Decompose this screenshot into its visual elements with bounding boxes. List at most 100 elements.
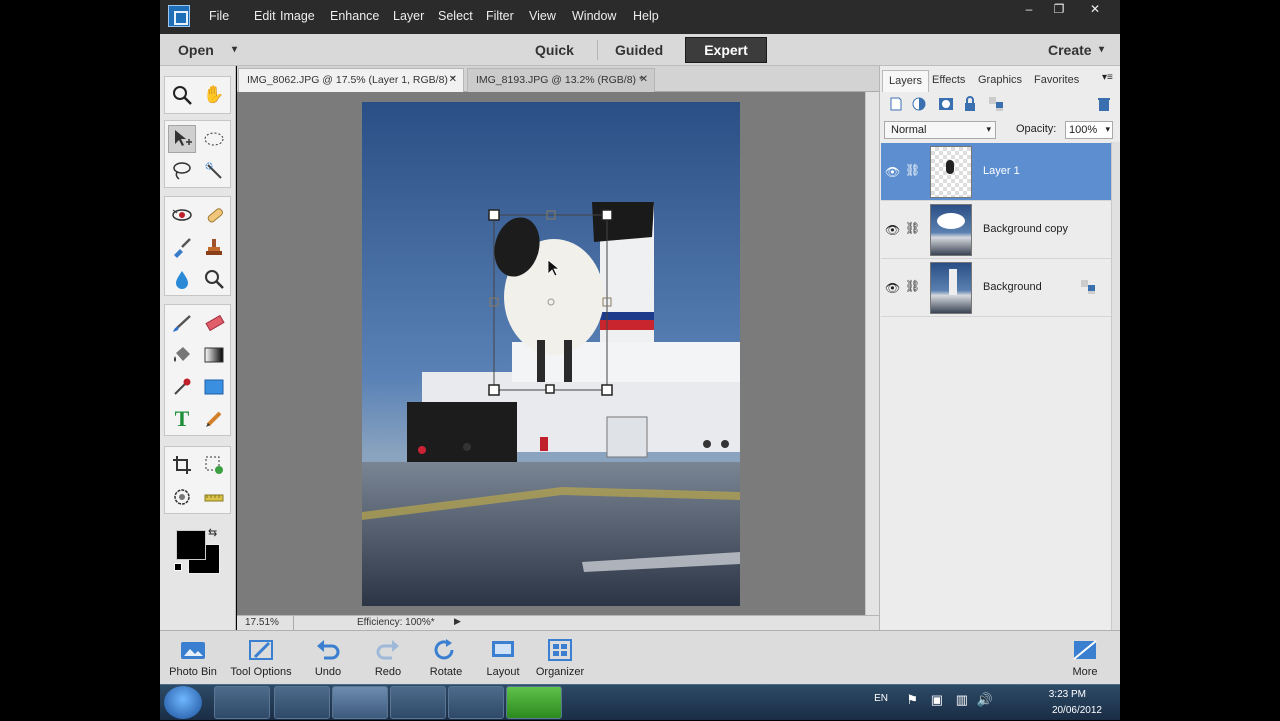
- redo-button[interactable]: Redo: [356, 635, 420, 683]
- volume-icon[interactable]: 🔊: [977, 692, 993, 708]
- taskbar-ie-icon[interactable]: [390, 686, 446, 719]
- cookie-cutter-icon[interactable]: [168, 483, 196, 511]
- eyedropper-icon[interactable]: [168, 373, 196, 401]
- menu-layer[interactable]: Layer: [393, 9, 424, 23]
- panel-menu-icon[interactable]: ▾≡: [1102, 72, 1113, 83]
- menu-filter[interactable]: Filter: [486, 9, 514, 23]
- eraser-tool-icon[interactable]: [200, 309, 228, 337]
- delete-layer-icon[interactable]: [1096, 96, 1112, 112]
- recompose-tool-icon[interactable]: [200, 451, 228, 479]
- visibility-eye-icon[interactable]: 👁: [885, 165, 900, 179]
- menu-view[interactable]: View: [529, 9, 556, 23]
- taskbar-folder-icon[interactable]: [274, 686, 330, 719]
- elliptical-marquee-icon[interactable]: [200, 125, 228, 153]
- tab-doc-2[interactable]: IMG_8193.JPG @ 13.2% (RGB/8) * ✕: [467, 68, 655, 92]
- type-tool-icon[interactable]: T: [168, 405, 196, 433]
- taskbar-app-icon[interactable]: [214, 686, 270, 719]
- layer-name[interactable]: Background copy: [983, 223, 1068, 235]
- layer-mask-icon[interactable]: [938, 96, 954, 112]
- visibility-eye-icon[interactable]: 👁: [885, 281, 900, 295]
- adjustment-layer-icon[interactable]: [912, 96, 928, 112]
- new-layer-icon[interactable]: [888, 96, 904, 112]
- panel-scrollbar[interactable]: [1111, 142, 1120, 630]
- blend-mode-select[interactable]: Normal ▾: [884, 121, 996, 139]
- flag-icon[interactable]: ⚑: [906, 692, 918, 708]
- tab-doc-1[interactable]: IMG_8062.JPG @ 17.5% (Layer 1, RGB/8) * …: [238, 68, 464, 92]
- hand-tool-icon[interactable]: ✋: [200, 81, 228, 109]
- language-indicator[interactable]: EN: [874, 693, 888, 704]
- taskbar-notes-icon[interactable]: [448, 686, 504, 719]
- menu-file[interactable]: File: [209, 9, 229, 23]
- more-button[interactable]: More: [1053, 635, 1117, 683]
- quick-selection-icon[interactable]: [200, 157, 228, 185]
- mode-quick[interactable]: Quick: [535, 42, 574, 58]
- visibility-eye-icon[interactable]: 👁: [885, 223, 900, 237]
- link-icon[interactable]: ⛓: [905, 163, 920, 177]
- smart-brush-icon[interactable]: [168, 233, 196, 261]
- blur-tool-icon[interactable]: [168, 265, 196, 293]
- tool-options-button[interactable]: Tool Options: [229, 635, 293, 683]
- app-icon[interactable]: [168, 5, 190, 27]
- create-button[interactable]: Create: [1048, 42, 1092, 58]
- mode-expert[interactable]: Expert: [685, 37, 767, 63]
- status-menu-arrow-icon[interactable]: ▶: [454, 616, 461, 627]
- chevron-down-icon[interactable]: ▾: [1105, 124, 1110, 135]
- menu-select[interactable]: Select: [438, 9, 473, 23]
- tab-effects[interactable]: Effects: [926, 70, 971, 92]
- photo-bin-button[interactable]: Photo Bin: [161, 635, 225, 683]
- layer-row-background-copy[interactable]: 👁 ⛓ Background copy: [881, 201, 1111, 259]
- security-icon[interactable]: ▣: [931, 692, 943, 708]
- swap-colors-icon[interactable]: ⇆: [208, 526, 217, 539]
- menu-help[interactable]: Help: [633, 9, 659, 23]
- lock-transparent-icon[interactable]: [988, 96, 1004, 112]
- restore-button[interactable]: ❐: [1048, 2, 1070, 18]
- rectangle-shape-icon[interactable]: [200, 373, 228, 401]
- spot-healing-icon[interactable]: [200, 201, 228, 229]
- gradient-tool-icon[interactable]: [200, 341, 228, 369]
- rotate-button[interactable]: Rotate: [414, 635, 478, 683]
- link-icon[interactable]: ⛓: [905, 279, 920, 293]
- menu-window[interactable]: Window: [572, 9, 616, 23]
- straighten-tool-icon[interactable]: [200, 483, 228, 511]
- layer-name[interactable]: Layer 1: [983, 165, 1020, 177]
- network-icon[interactable]: ▥: [956, 692, 968, 708]
- lasso-tool-icon[interactable]: [168, 157, 196, 185]
- canvas-vertical-scrollbar[interactable]: [865, 92, 879, 615]
- tab-graphics[interactable]: Graphics: [972, 70, 1028, 92]
- pencil-tool-icon[interactable]: [200, 405, 228, 433]
- organizer-button[interactable]: Organizer: [528, 635, 592, 683]
- menu-enhance[interactable]: Enhance: [330, 9, 379, 23]
- foreground-color-swatch-front[interactable]: [176, 530, 206, 560]
- minimize-button[interactable]: –: [1018, 2, 1040, 18]
- tab-favorites[interactable]: Favorites: [1028, 70, 1085, 92]
- create-dropdown-icon[interactable]: ▾: [1099, 44, 1104, 55]
- crop-tool-icon[interactable]: [168, 451, 196, 479]
- opacity-field[interactable]: 100% ▾: [1065, 121, 1113, 139]
- menu-edit[interactable]: Edit: [254, 9, 276, 23]
- default-colors-icon[interactable]: [174, 563, 182, 571]
- lock-all-icon[interactable]: [962, 96, 978, 112]
- layer-name[interactable]: Background: [983, 281, 1042, 293]
- taskbar-elements-icon[interactable]: [332, 686, 388, 719]
- paint-bucket-icon[interactable]: [168, 341, 196, 369]
- layout-button[interactable]: Layout: [471, 635, 535, 683]
- layer-row-layer-1[interactable]: 👁 ⛓ Layer 1: [881, 143, 1111, 201]
- brush-tool-icon[interactable]: [168, 309, 196, 337]
- taskbar-recorder-icon[interactable]: [506, 686, 562, 719]
- close-icon[interactable]: ✕: [640, 69, 648, 91]
- link-icon[interactable]: ⛓: [905, 221, 920, 235]
- open-dropdown-icon[interactable]: ▾: [232, 44, 237, 55]
- clock-time[interactable]: 3:23 PM: [1049, 689, 1086, 700]
- mode-guided[interactable]: Guided: [615, 42, 663, 58]
- document-image[interactable]: [362, 102, 740, 606]
- start-button-icon[interactable]: [164, 686, 202, 719]
- undo-button[interactable]: Undo: [296, 635, 360, 683]
- clone-stamp-icon[interactable]: [200, 233, 228, 261]
- menu-image[interactable]: Image: [280, 9, 315, 23]
- clock-date[interactable]: 20/06/2012: [1052, 705, 1102, 716]
- tab-layers[interactable]: Layers: [882, 70, 930, 92]
- zoom-tool-icon[interactable]: [168, 81, 196, 109]
- zoom-readout[interactable]: 17.51%: [245, 617, 279, 628]
- layer-row-background[interactable]: 👁 ⛓ Background: [881, 259, 1111, 317]
- close-button[interactable]: ✕: [1084, 2, 1106, 18]
